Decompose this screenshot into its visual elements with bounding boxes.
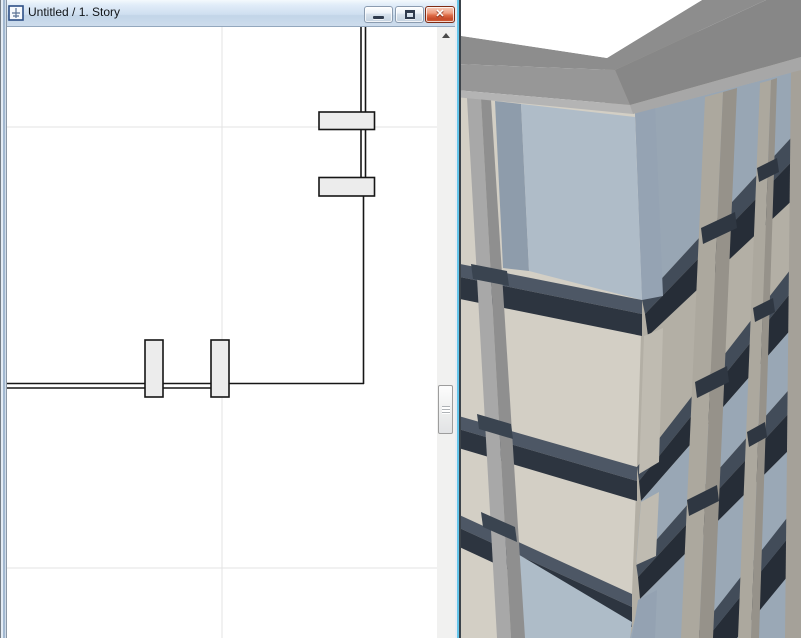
- plan-drawing[interactable]: [7, 27, 437, 638]
- window-border-right[interactable]: [455, 0, 461, 638]
- maximize-button[interactable]: [395, 6, 424, 23]
- scrollbar-grip-icon: [442, 406, 450, 414]
- column-element[interactable]: [318, 176, 376, 197]
- arrow-up-icon: [442, 33, 450, 38]
- minimize-icon: [373, 16, 384, 19]
- floor-plan-document-icon: [8, 5, 24, 21]
- title-bar[interactable]: Untitled / 1. Story ✕: [1, 0, 459, 27]
- column-element[interactable]: [144, 339, 164, 398]
- close-button[interactable]: ✕: [425, 6, 455, 23]
- floor-plan-window: Untitled / 1. Story ✕: [0, 0, 461, 638]
- screen: Untitled / 1. Story ✕: [0, 0, 801, 638]
- column-element[interactable]: [318, 111, 376, 131]
- 3d-view[interactable]: [455, 0, 801, 638]
- window-border-left: [0, 0, 7, 638]
- scroll-up-button[interactable]: [437, 27, 455, 44]
- scrollbar-thumb[interactable]: [438, 385, 453, 434]
- close-icon: ✕: [435, 8, 445, 20]
- plan-canvas-area: [7, 27, 455, 638]
- maximize-icon: [405, 10, 415, 19]
- glass-left-light: [521, 104, 642, 300]
- column-element[interactable]: [210, 339, 230, 398]
- minimize-button[interactable]: [364, 6, 393, 23]
- vertical-scrollbar[interactable]: [437, 27, 455, 638]
- window-title: Untitled / 1. Story: [28, 5, 121, 19]
